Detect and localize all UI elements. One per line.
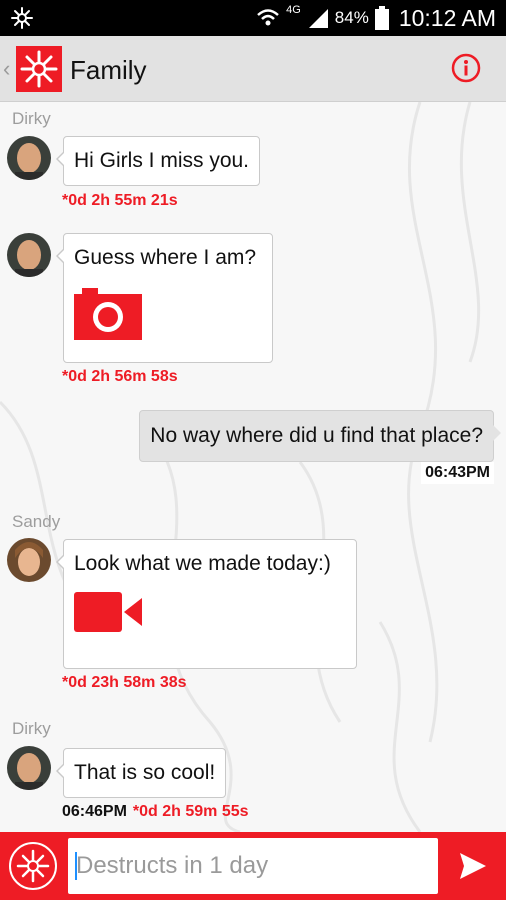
avatar-dirky[interactable] — [7, 136, 51, 180]
avatar-dirky[interactable] — [7, 233, 51, 277]
outgoing-message-bubble[interactable]: No way where did u find that place? — [139, 410, 501, 462]
app-notification-icon — [11, 7, 33, 29]
info-circle-icon[interactable] — [451, 53, 481, 83]
self-destruct-timer: *0d 23h 58m 38s — [62, 674, 187, 691]
self-destruct-timer: *0d 2h 59m 55s — [132, 803, 249, 820]
message-text: Look what we made today:) — [74, 552, 331, 575]
sender-name: Sandy — [12, 512, 61, 531]
message-text: That is so cool! — [74, 761, 216, 784]
avatar-dirky[interactable] — [7, 746, 51, 790]
message-time: 06:46PM — [62, 803, 127, 820]
conversation-title: Family — [70, 55, 147, 85]
back-chevron-icon[interactable]: ‹ — [3, 56, 10, 82]
message-time: 06:43PM — [421, 462, 494, 484]
app-logo-icon[interactable] — [9, 842, 57, 890]
message-text: No way where did u find that place? — [150, 424, 483, 447]
video-camera-icon[interactable] — [74, 592, 346, 638]
battery-icon — [374, 6, 389, 30]
camera-icon[interactable] — [74, 286, 262, 346]
message-bubble[interactable]: Look what we made today:) — [56, 539, 357, 669]
status-bar: 4G 84% 10:12 AM — [0, 0, 506, 36]
app-logo-icon[interactable] — [16, 46, 62, 92]
message-text: Guess where I am? — [74, 246, 257, 269]
message-bubble[interactable]: Guess where I am? — [56, 233, 273, 363]
sender-name: Dirky — [12, 719, 51, 738]
send-icon[interactable] — [458, 851, 488, 881]
status-clock: 10:12 AM — [398, 4, 496, 31]
avatar-sandy[interactable] — [7, 538, 51, 582]
app-bar: ‹ Family — [0, 36, 506, 102]
chat-thread[interactable]: Dirky Hi Girls I miss you. *0d 2h 55m 21… — [0, 102, 506, 832]
message-text: Hi Girls I miss you. — [74, 149, 250, 172]
signal-icon — [307, 7, 329, 29]
message-meta: 06:46PM *0d 2h 59m 55s — [62, 803, 249, 821]
message-bubble[interactable]: Hi Girls I miss you. — [55, 136, 261, 186]
sender-name: Dirky — [12, 109, 51, 128]
self-destruct-timer: *0d 2h 55m 21s — [62, 192, 178, 209]
message-bubble[interactable]: That is so cool! — [55, 748, 227, 798]
message-input[interactable] — [68, 838, 438, 894]
message-composer — [0, 832, 506, 900]
wifi-icon — [256, 8, 280, 28]
battery-percent: 84% — [334, 8, 369, 27]
text-cursor — [75, 852, 77, 880]
network-type-label: 4G — [286, 4, 301, 16]
self-destruct-timer: *0d 2h 56m 58s — [62, 368, 178, 385]
